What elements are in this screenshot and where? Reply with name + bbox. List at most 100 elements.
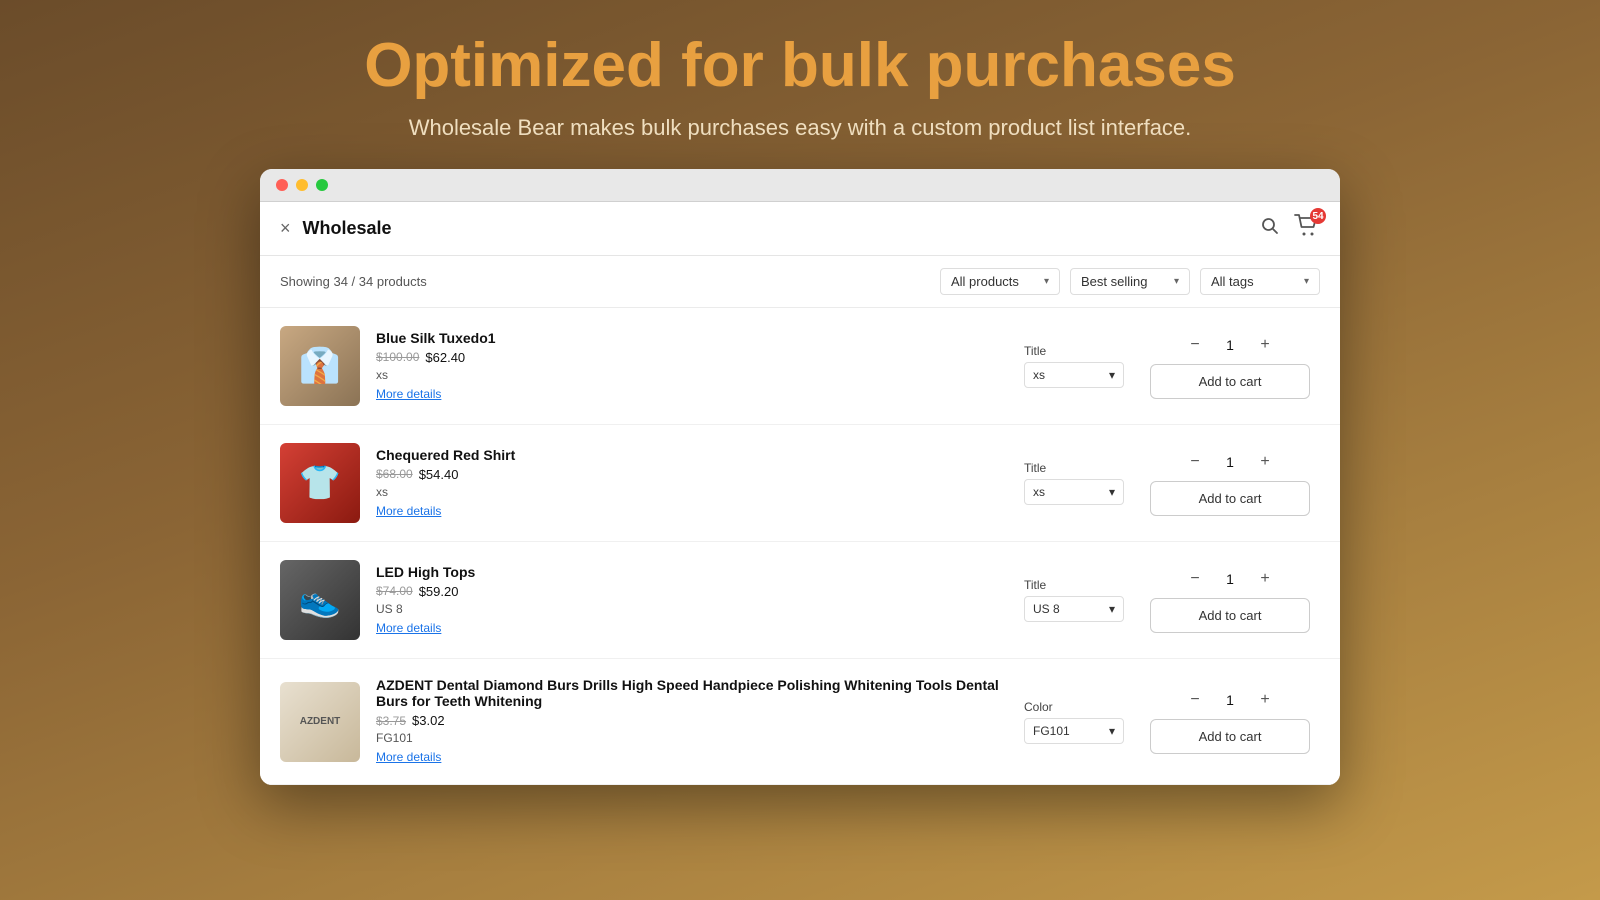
chevron-down-icon: ▾ <box>1109 724 1115 738</box>
product-prices: $68.00 $54.40 <box>376 467 1008 482</box>
hero-title-white: Optimized for <box>364 31 764 100</box>
product-info: AZDENT Dental Diamond Burs Drills High S… <box>376 677 1008 766</box>
product-actions: − 1 + Add to cart <box>1140 689 1320 754</box>
selector-dropdown[interactable]: US 8 ▾ <box>1024 596 1124 622</box>
product-variant: xs <box>376 485 1008 499</box>
chevron-down-icon: ▾ <box>1304 276 1309 287</box>
price-sale: $62.40 <box>425 350 465 365</box>
selector-label: Title <box>1024 344 1124 358</box>
all-tags-label: All tags <box>1211 274 1254 289</box>
all-tags-filter[interactable]: All tags ▾ <box>1200 268 1320 295</box>
product-name: Chequered Red Shirt <box>376 447 1008 463</box>
product-name: AZDENT Dental Diamond Burs Drills High S… <box>376 677 1008 709</box>
quantity-increment-button[interactable]: + <box>1254 689 1276 711</box>
product-variant: FG101 <box>376 731 1008 745</box>
browser-window: × Wholesale 54 Showing 34 / 34 product <box>260 169 1340 785</box>
quantity-value: 1 <box>1220 692 1240 708</box>
product-image-icon: AZDENT <box>296 712 345 732</box>
selector-label: Title <box>1024 578 1124 592</box>
product-row: 👔 Blue Silk Tuxedo1 $100.00 $62.40 xs Mo… <box>260 308 1340 425</box>
price-original: $3.75 <box>376 714 406 728</box>
quantity-value: 1 <box>1220 454 1240 470</box>
price-original: $68.00 <box>376 467 413 481</box>
product-selector: Title xs ▾ <box>1024 461 1124 505</box>
product-prices: $3.75 $3.02 <box>376 713 1008 728</box>
products-list: 👔 Blue Silk Tuxedo1 $100.00 $62.40 xs Mo… <box>260 308 1340 785</box>
filters-right: All products ▾ Best selling ▾ All tags ▾ <box>940 268 1320 295</box>
quantity-value: 1 <box>1220 337 1240 353</box>
selector-dropdown[interactable]: FG101 ▾ <box>1024 718 1124 744</box>
add-to-cart-button[interactable]: Add to cart <box>1150 598 1310 633</box>
price-sale: $59.20 <box>419 584 459 599</box>
price-original: $100.00 <box>376 350 419 364</box>
price-sale: $3.02 <box>412 713 445 728</box>
product-selector: Title xs ▾ <box>1024 344 1124 388</box>
product-variant: US 8 <box>376 602 1008 616</box>
product-image-icon: 👕 <box>299 463 341 503</box>
product-image-icon: 👟 <box>299 580 341 620</box>
more-details-link[interactable]: More details <box>376 387 441 401</box>
selector-value: FG101 <box>1033 724 1070 738</box>
product-info: Blue Silk Tuxedo1 $100.00 $62.40 xs More… <box>376 330 1008 403</box>
product-info: LED High Tops $74.00 $59.20 US 8 More de… <box>376 564 1008 637</box>
quantity-decrement-button[interactable]: − <box>1184 334 1206 356</box>
quantity-increment-button[interactable]: + <box>1254 451 1276 473</box>
product-image: 👔 <box>280 326 360 406</box>
chevron-down-icon: ▾ <box>1109 485 1115 499</box>
quantity-increment-button[interactable]: + <box>1254 568 1276 590</box>
cart-badge: 54 <box>1310 208 1326 224</box>
all-products-filter[interactable]: All products ▾ <box>940 268 1060 295</box>
product-info: Chequered Red Shirt $68.00 $54.40 xs Mor… <box>376 447 1008 520</box>
app-header: × Wholesale 54 <box>260 202 1340 256</box>
quantity-decrement-button[interactable]: − <box>1184 689 1206 711</box>
close-button[interactable]: × <box>280 218 291 239</box>
quantity-value: 1 <box>1220 571 1240 587</box>
product-selector: Title US 8 ▾ <box>1024 578 1124 622</box>
quantity-decrement-button[interactable]: − <box>1184 568 1206 590</box>
price-original: $74.00 <box>376 584 413 598</box>
product-actions: − 1 + Add to cart <box>1140 451 1320 516</box>
product-actions: − 1 + Add to cart <box>1140 334 1320 399</box>
product-row: AZDENT AZDENT Dental Diamond Burs Drills… <box>260 659 1340 785</box>
product-name: Blue Silk Tuxedo1 <box>376 330 1008 346</box>
more-details-link[interactable]: More details <box>376 621 441 635</box>
product-variant: xs <box>376 368 1008 382</box>
hero-title-orange: bulk purchases <box>781 31 1236 100</box>
product-selector: Color FG101 ▾ <box>1024 700 1124 744</box>
product-actions: − 1 + Add to cart <box>1140 568 1320 633</box>
product-prices: $74.00 $59.20 <box>376 584 1008 599</box>
selector-value: US 8 <box>1033 602 1060 616</box>
product-row: 👟 LED High Tops $74.00 $59.20 US 8 More … <box>260 542 1340 659</box>
chevron-down-icon: ▾ <box>1174 276 1179 287</box>
price-sale: $54.40 <box>419 467 459 482</box>
product-image-icon: 👔 <box>299 346 341 386</box>
add-to-cart-button[interactable]: Add to cart <box>1150 719 1310 754</box>
selector-label: Title <box>1024 461 1124 475</box>
chevron-down-icon: ▾ <box>1109 368 1115 382</box>
product-image: AZDENT <box>280 682 360 762</box>
quantity-control: − 1 + <box>1184 451 1276 473</box>
selector-value: xs <box>1033 485 1045 499</box>
product-image: 👟 <box>280 560 360 640</box>
app-header-right: 54 <box>1260 214 1320 243</box>
selector-dropdown[interactable]: xs ▾ <box>1024 479 1124 505</box>
selector-value: xs <box>1033 368 1045 382</box>
hero-title: Optimized for bulk purchases <box>364 30 1236 101</box>
quantity-decrement-button[interactable]: − <box>1184 451 1206 473</box>
more-details-link[interactable]: More details <box>376 504 441 518</box>
add-to-cart-button[interactable]: Add to cart <box>1150 364 1310 399</box>
browser-dot-green <box>316 179 328 191</box>
best-selling-filter[interactable]: Best selling ▾ <box>1070 268 1190 295</box>
more-details-link[interactable]: More details <box>376 750 441 764</box>
chevron-down-icon: ▾ <box>1109 602 1115 616</box>
quantity-control: − 1 + <box>1184 334 1276 356</box>
all-products-label: All products <box>951 274 1019 289</box>
chevron-down-icon: ▾ <box>1044 276 1049 287</box>
add-to-cart-button[interactable]: Add to cart <box>1150 481 1310 516</box>
cart-button[interactable]: 54 <box>1294 214 1320 243</box>
quantity-increment-button[interactable]: + <box>1254 334 1276 356</box>
quantity-control: − 1 + <box>1184 568 1276 590</box>
selector-dropdown[interactable]: xs ▾ <box>1024 362 1124 388</box>
search-icon[interactable] <box>1260 216 1280 241</box>
quantity-control: − 1 + <box>1184 689 1276 711</box>
